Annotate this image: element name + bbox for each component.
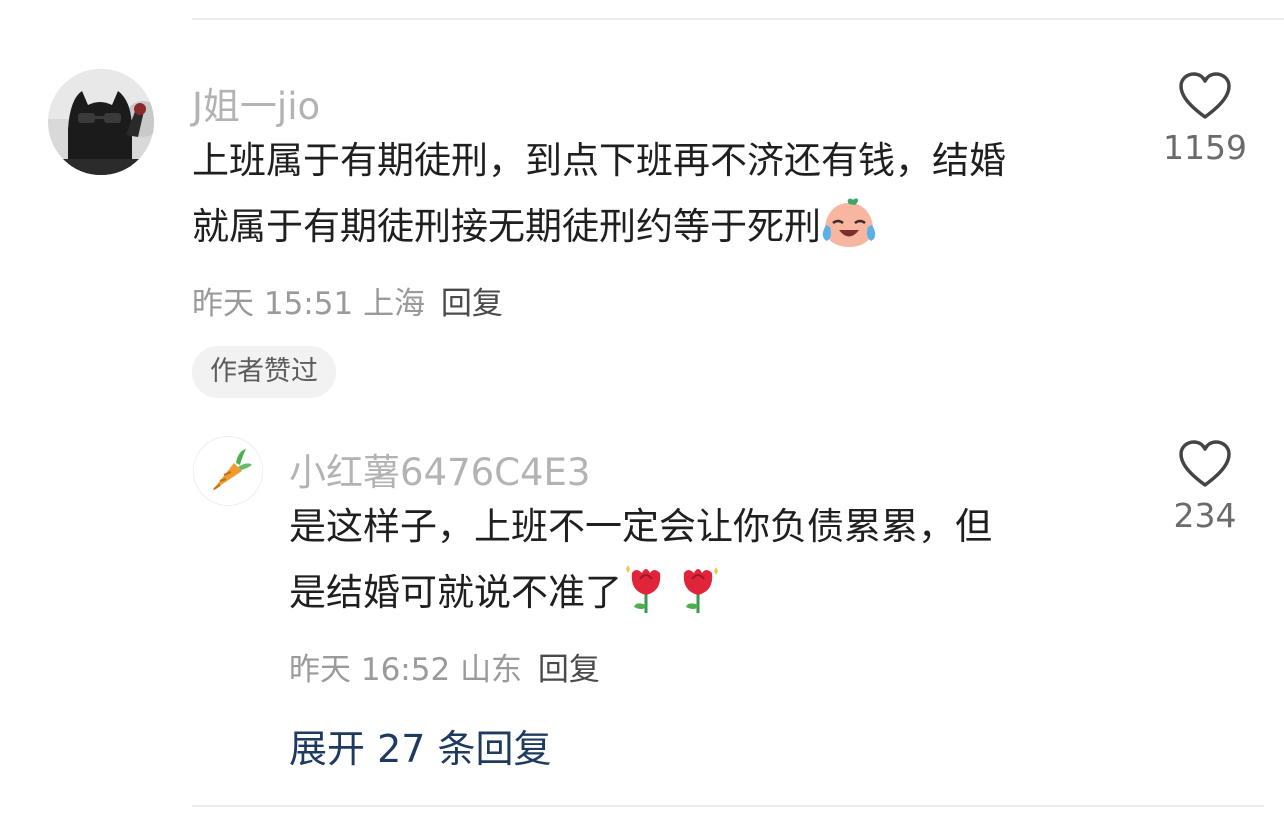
avatar[interactable] [48, 69, 154, 175]
like-button[interactable]: 234 [1150, 440, 1260, 535]
bottom-divider [192, 805, 1264, 807]
heart-icon [1179, 440, 1231, 487]
comment-meta: 昨天 16:52 山东 回复 [289, 644, 600, 689]
like-button[interactable]: 1159 [1150, 72, 1260, 167]
username[interactable]: J姐一jio [192, 76, 320, 130]
rose-emoji-icon [622, 561, 726, 636]
crying-laughing-peach-emoji-icon [821, 197, 877, 270]
comment-text: 是这样子，上班不一定会让你负债累累，但 是结婚可就说不准了 [289, 494, 992, 636]
comment-location: 上海 [363, 286, 426, 322]
comment-text-line: 上班属于有期徒刑，到点下班再不济还有钱，结婚 [192, 139, 1006, 182]
author-liked-badge: 作者赞过 [192, 346, 336, 398]
heart-icon [1179, 72, 1231, 119]
like-count: 234 [1173, 496, 1237, 535]
username[interactable]: 小红薯6476C4E3 [289, 442, 590, 496]
comment-text-span: 就属于有期徒刑接无期徒刑约等于死刑 [192, 205, 821, 248]
comment-time: 昨天 16:52 [289, 652, 451, 688]
comment-text-line: 是这样子，上班不一定会让你负债累累，但 [289, 505, 992, 548]
comment-text-span: 是结婚可就说不准了 [289, 571, 622, 614]
comment-location: 山东 [460, 652, 523, 688]
like-count: 1159 [1163, 128, 1247, 167]
expand-replies-link[interactable]: 展开 27 条回复 [289, 718, 552, 773]
comment-text-line: 是结婚可就说不准了 [289, 560, 992, 636]
comment-time: 昨天 15:51 [192, 286, 354, 322]
comment-meta: 昨天 15:51 上海 回复 [192, 278, 503, 323]
avatar[interactable] [193, 436, 263, 506]
comment-text: 上班属于有期徒刑，到点下班再不济还有钱，结婚 就属于有期徒刑接无期徒刑约等于死刑 [192, 128, 1006, 270]
top-divider [192, 18, 1284, 20]
comment-text-line: 就属于有期徒刑接无期徒刑约等于死刑 [192, 194, 1006, 270]
reply-button[interactable]: 回复 [441, 286, 503, 322]
reply-button[interactable]: 回复 [538, 652, 600, 688]
